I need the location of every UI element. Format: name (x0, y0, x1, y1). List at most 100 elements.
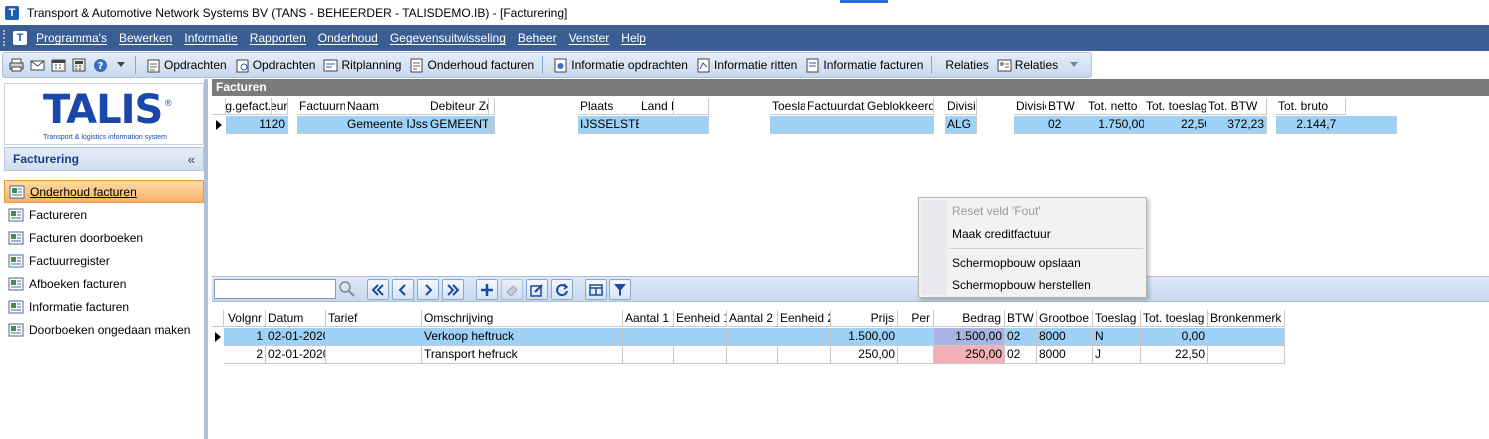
table-cell[interactable]: J (1093, 346, 1141, 364)
search-icon[interactable] (338, 280, 356, 298)
table-cell[interactable] (898, 346, 934, 364)
table-cell[interactable]: 02 (1005, 328, 1037, 346)
column-header[interactable]: Aantal 2 (727, 310, 778, 327)
table-cell[interactable] (639, 116, 674, 134)
column-header[interactable]: Prijs (831, 310, 898, 327)
menu-informatie[interactable]: Informatie (181, 31, 240, 45)
table-cell[interactable]: ALG (945, 116, 977, 134)
column-header[interactable]: Datum (266, 310, 326, 327)
column-header[interactable]: Tot. toeslag (1144, 98, 1214, 115)
column-header[interactable]: Aantal 1 (623, 310, 674, 327)
menubar-grip[interactable] (3, 30, 7, 46)
table-cell[interactable] (674, 346, 727, 364)
table-cell[interactable]: Transport hefruck (422, 346, 623, 364)
column-header[interactable]: Tot. toeslag (1141, 310, 1208, 327)
table-cell[interactable]: 1.750,00 (1086, 116, 1148, 134)
chevron-down-icon[interactable] (113, 57, 129, 73)
column-header[interactable]: BTW (1005, 310, 1037, 327)
menu-venster[interactable]: Venster (566, 31, 613, 45)
table-cell[interactable]: 02-01-2020 (266, 328, 326, 346)
tb-relaties2-button[interactable]: Relaties (995, 54, 1060, 76)
tb-relaties-button[interactable]: Relaties (940, 54, 990, 76)
table-cell[interactable]: 02-01-2020 (266, 346, 326, 364)
tb-onderhoud-facturen-button[interactable]: Onderhoud facturen (407, 54, 536, 76)
menu-beheer[interactable]: Beheer (515, 31, 560, 45)
table-cell[interactable]: 1120 (240, 116, 288, 134)
table-cell[interactable] (1208, 328, 1285, 346)
tb-informatie-opdrachten-button[interactable]: Informatie opdrachten (551, 54, 690, 76)
table-cell[interactable] (623, 328, 674, 346)
calendar-icon[interactable] (50, 57, 66, 73)
sidebar-item-facturen-doorboeken[interactable]: Facturen doorboeken (4, 226, 204, 249)
column-header[interactable]: Debiteur Zo (428, 98, 489, 115)
table-cell[interactable] (727, 328, 778, 346)
detail-search-input[interactable] (214, 279, 336, 299)
column-header[interactable]: Tot. netto (1086, 98, 1148, 115)
table-cell[interactable] (898, 328, 934, 346)
table-cell[interactable]: 22,50 (1141, 346, 1208, 364)
refresh-button[interactable] (551, 279, 573, 300)
column-header[interactable]: Grootboe (1037, 310, 1093, 327)
table-cell[interactable] (1208, 346, 1285, 364)
tb-ritplanning-button[interactable]: Ritplanning (321, 54, 403, 76)
table-cell[interactable]: 0,00 (1141, 328, 1208, 346)
column-header[interactable]: Toeslag (1093, 310, 1141, 327)
table-cell[interactable]: 250,00 (934, 346, 1005, 364)
menu-item-maak-creditfactuur[interactable]: Maak creditfactuur (952, 227, 1051, 241)
sidebar-item-afboeken-facturen[interactable]: Afboeken facturen (4, 272, 204, 295)
column-header[interactable]: Divisie (945, 98, 977, 115)
table-cell[interactable]: 8000 (1037, 328, 1093, 346)
layout-button[interactable] (585, 279, 607, 300)
column-header[interactable]: Bedrag (934, 310, 1005, 327)
table-cell[interactable]: 1 (224, 328, 266, 346)
tb-opdrachten2-button[interactable]: Opdrachten (233, 54, 318, 76)
sidebar-item-informatie-facturen[interactable]: Informatie facturen (4, 295, 204, 318)
table-cell[interactable] (326, 328, 422, 346)
menu-item-schermopbouw-opslaan[interactable]: Schermopbouw opslaan (952, 256, 1081, 270)
table-cell[interactable]: 250,00 (831, 346, 898, 364)
table-cell[interactable]: 02 (1005, 346, 1037, 364)
menu-onderhoud[interactable]: Onderhoud (315, 31, 381, 45)
column-header[interactable]: Tarief (326, 310, 422, 327)
table-cell[interactable] (727, 346, 778, 364)
column-header[interactable]: Tot. BTW (1206, 98, 1267, 115)
table-cell[interactable]: 1.500,00 (831, 328, 898, 346)
help-icon[interactable]: ? (92, 57, 108, 73)
next-record-button[interactable] (417, 279, 439, 300)
edit-record-button[interactable] (526, 279, 548, 300)
previous-record-button[interactable] (392, 279, 414, 300)
menu-bewerken[interactable]: Bewerken (116, 31, 175, 45)
menu-gegevensuitwisseling[interactable]: Gegevensuitwisseling (387, 31, 509, 45)
menu-programmas[interactable]: Programma's (33, 31, 110, 45)
sidebar-item-doorboeken-ongedaan-maken[interactable]: Doorboeken ongedaan maken (4, 318, 204, 341)
column-header[interactable]: Tot. bruto (1276, 98, 1346, 115)
menu-rapporten[interactable]: Rapporten (247, 31, 309, 45)
column-header[interactable]: Land L (639, 98, 674, 115)
column-header[interactable]: Eenheid 2 (778, 310, 831, 327)
tb-informatie-facturen-button[interactable]: Informatie facturen (803, 54, 925, 76)
column-header[interactable]: Eenheid 1 (674, 310, 727, 327)
calculator-icon[interactable] (71, 57, 87, 73)
table-cell[interactable] (778, 328, 831, 346)
mail-icon[interactable] (29, 57, 45, 73)
table-cell[interactable]: 2.144,73 (1276, 116, 1346, 134)
table-cell[interactable]: Verkoop heftruck (422, 328, 623, 346)
first-record-button[interactable] (367, 279, 389, 300)
table-cell[interactable] (1337, 116, 1397, 134)
column-header[interactable]: Per (898, 310, 934, 327)
filter-button[interactable] (609, 279, 631, 300)
table-cell[interactable]: N (1093, 328, 1141, 346)
table-cell[interactable] (865, 116, 934, 134)
tb-informatie-ritten-button[interactable]: Informatie ritten (694, 54, 799, 76)
add-record-button[interactable] (476, 279, 498, 300)
table-cell[interactable]: 372,23 (1206, 116, 1267, 134)
sidebar-item-factuurregister[interactable]: Factuurregister (4, 249, 204, 272)
table-cell[interactable]: GEMEENTE (428, 116, 489, 134)
table-cell[interactable] (778, 346, 831, 364)
table-cell[interactable]: 2 (224, 346, 266, 364)
table-cell[interactable]: 22,50 (1144, 116, 1214, 134)
sidebar-item-factureren[interactable]: Factureren (4, 203, 204, 226)
column-header[interactable]: Bronkenmerk (1208, 310, 1285, 327)
last-record-button[interactable] (442, 279, 464, 300)
table-cell[interactable]: 1.500,00 (934, 328, 1005, 346)
